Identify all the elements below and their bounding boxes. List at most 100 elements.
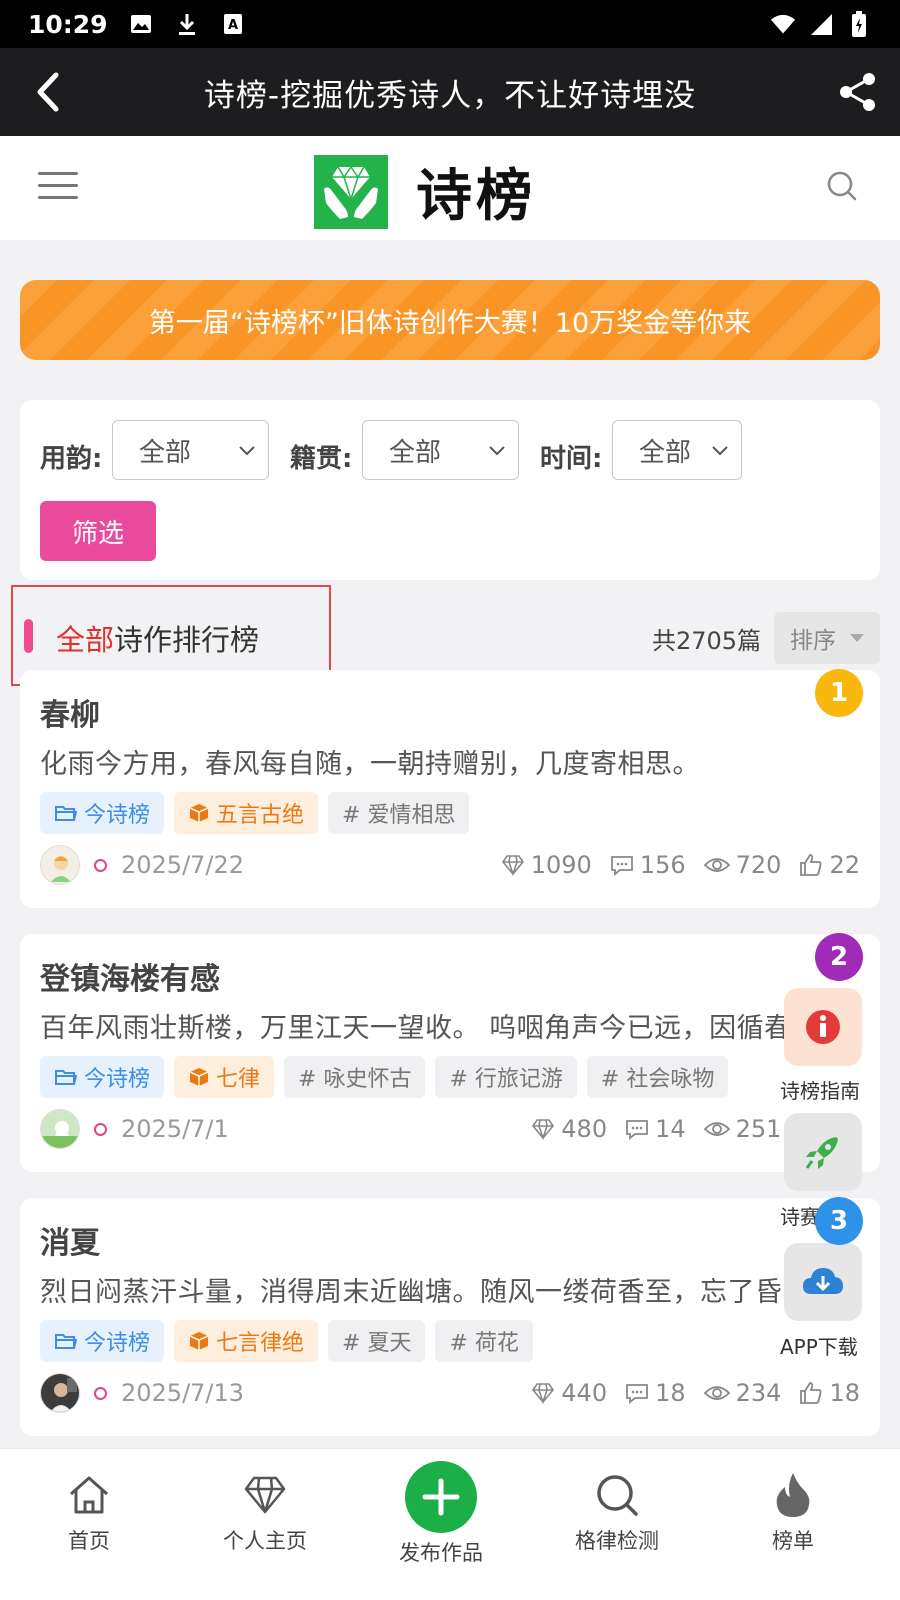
topic-tag[interactable]: # 夏天	[328, 1320, 426, 1362]
cube-icon	[188, 1330, 210, 1352]
cube-icon	[188, 1066, 210, 1088]
image-notification-icon	[128, 11, 154, 37]
view-stat: 720	[703, 851, 782, 879]
download-float-button[interactable]	[784, 1243, 862, 1321]
rhyme-select-value: 全部	[139, 437, 192, 468]
origin-select[interactable]: 全部	[362, 420, 519, 480]
folder-icon	[54, 1067, 78, 1087]
sort-button[interactable]: 排序	[774, 612, 880, 664]
filter-panel: 用韵: 全部 籍贯: 全部 时间: 全部 筛选	[20, 400, 880, 580]
search-button[interactable]	[824, 168, 864, 208]
guide-float-button[interactable]	[784, 988, 862, 1066]
nav-publish-label[interactable]: 发布作品	[380, 1537, 502, 1567]
filter-submit-button[interactable]: 筛选	[40, 501, 156, 561]
nav-home[interactable]: 首页	[24, 1471, 154, 1555]
avatar[interactable]	[40, 1109, 80, 1149]
form-tag[interactable]: 七言律绝	[174, 1320, 319, 1362]
poem-card[interactable]: 消夏 烈日闷蒸汗斗量，消得周末近幽塘。随风一缕荷香至，忘了昏昏 今诗榜 七言律绝…	[20, 1198, 880, 1436]
status-time: 10:29	[28, 9, 108, 39]
category-tag-label: 今诗榜	[84, 803, 151, 828]
poem-title[interactable]: 登镇海楼有感	[40, 954, 220, 998]
poem-card[interactable]: 登镇海楼有感 百年风雨壮斯楼，万里江天一望收。 呜咽角声今已远，因循春色 今诗榜…	[20, 934, 880, 1172]
folder-icon	[54, 1331, 78, 1351]
diamond-stat: 1090	[501, 851, 592, 879]
signal-icon	[808, 11, 834, 37]
flame-icon	[728, 1471, 858, 1519]
view-stat: 234	[703, 1379, 781, 1407]
form-tag[interactable]: 七律	[174, 1056, 275, 1098]
topic-tag[interactable]: # 行旅记游	[435, 1056, 577, 1098]
nav-ranking[interactable]: 榜单	[728, 1471, 858, 1555]
avatar[interactable]	[40, 1373, 80, 1413]
topic-tag[interactable]: # 社会咏物	[586, 1056, 729, 1098]
comment-stat: 14	[625, 1115, 686, 1143]
eye-icon	[703, 1122, 730, 1136]
form-tag-label: 五言古绝	[216, 803, 305, 828]
rank-badge: 1	[815, 669, 863, 717]
back-arrow-icon	[37, 72, 59, 112]
like-stat[interactable]: 18	[799, 1379, 860, 1407]
view-count: 251	[735, 1115, 782, 1143]
rocket-icon	[805, 1137, 838, 1169]
comment-icon	[626, 1384, 648, 1404]
info-alert-icon	[806, 1010, 840, 1044]
form-tag[interactable]: 五言古绝	[174, 792, 319, 834]
time-select-value: 全部	[639, 437, 692, 468]
diamond-icon	[200, 1471, 330, 1519]
poem-excerpt: 百年风雨壮斯楼，万里江天一望收。 呜咽角声今已远，因循春色	[40, 1013, 820, 1044]
comment-count: 14	[655, 1115, 686, 1143]
share-button[interactable]	[834, 68, 882, 116]
topic-tag[interactable]: # 爱情相思	[328, 792, 470, 834]
diamond-icon	[532, 1383, 555, 1404]
menu-button[interactable]	[38, 168, 78, 208]
comment-count: 156	[639, 851, 686, 879]
poem-date: 2025/7/13	[121, 1379, 245, 1407]
list-title-rest: 诗作排行榜	[114, 623, 260, 657]
diamond-stat: 480	[531, 1115, 607, 1143]
rank-number: 1	[829, 678, 849, 708]
diamond-hands-icon	[314, 154, 388, 229]
ranking-list-title: 全部诗作排行榜	[56, 617, 259, 659]
avatar[interactable]	[40, 845, 80, 885]
contest-banner[interactable]: 第一届“诗榜杯”旧体诗创作大赛！10万奖金等你来	[20, 280, 880, 360]
diamond-stat: 440	[531, 1379, 607, 1407]
nav-meter-check[interactable]: 格律检测	[552, 1471, 682, 1555]
wifi-icon	[770, 11, 796, 37]
nav-profile-label: 个人主页	[223, 1529, 307, 1553]
diamond-count: 480	[561, 1115, 608, 1143]
publish-button[interactable]	[405, 1461, 477, 1533]
comment-icon	[610, 856, 633, 876]
poem-card[interactable]: 春柳 化雨今方用，春风每自随，一朝持赠别，几度寄相思。 今诗榜 五言古绝 # 爱…	[20, 670, 880, 908]
like-stat[interactable]: 22	[799, 851, 860, 879]
text-notification-icon: A	[220, 11, 246, 37]
eye-icon	[703, 858, 730, 872]
nav-profile[interactable]: 个人主页	[200, 1471, 330, 1555]
category-tag[interactable]: 今诗榜	[40, 1056, 165, 1098]
plus-icon	[422, 1478, 460, 1516]
view-count: 720	[735, 851, 782, 879]
poem-date: 2025/7/1	[121, 1115, 229, 1143]
nav-home-label: 首页	[68, 1529, 110, 1553]
time-filter-label: 时间:	[540, 444, 603, 474]
contest-float-button[interactable]	[784, 1113, 862, 1191]
thumbs-up-icon	[800, 854, 822, 876]
comment-stat: 156	[610, 851, 686, 879]
poem-title[interactable]: 春柳	[40, 690, 100, 734]
topic-tag[interactable]: # 荷花	[435, 1320, 533, 1362]
download-float-label: APP下载	[780, 1335, 858, 1359]
svg-text:A: A	[228, 18, 238, 33]
site-logo[interactable]: 诗榜	[314, 151, 536, 232]
status-dot	[94, 858, 107, 872]
back-button[interactable]	[24, 68, 72, 116]
rhyme-select[interactable]: 全部	[112, 420, 269, 480]
topic-tag[interactable]: # 咏史怀古	[284, 1056, 426, 1098]
category-tag[interactable]: 今诗榜	[40, 1320, 165, 1362]
comment-icon	[626, 1120, 648, 1140]
poem-title[interactable]: 消夏	[40, 1218, 100, 1262]
time-select[interactable]: 全部	[612, 420, 742, 480]
chevron-down-icon	[239, 446, 255, 456]
rank-badge: 2	[815, 933, 863, 981]
sort-label: 排序	[790, 628, 836, 654]
battery-icon	[846, 11, 872, 37]
category-tag[interactable]: 今诗榜	[40, 792, 165, 834]
